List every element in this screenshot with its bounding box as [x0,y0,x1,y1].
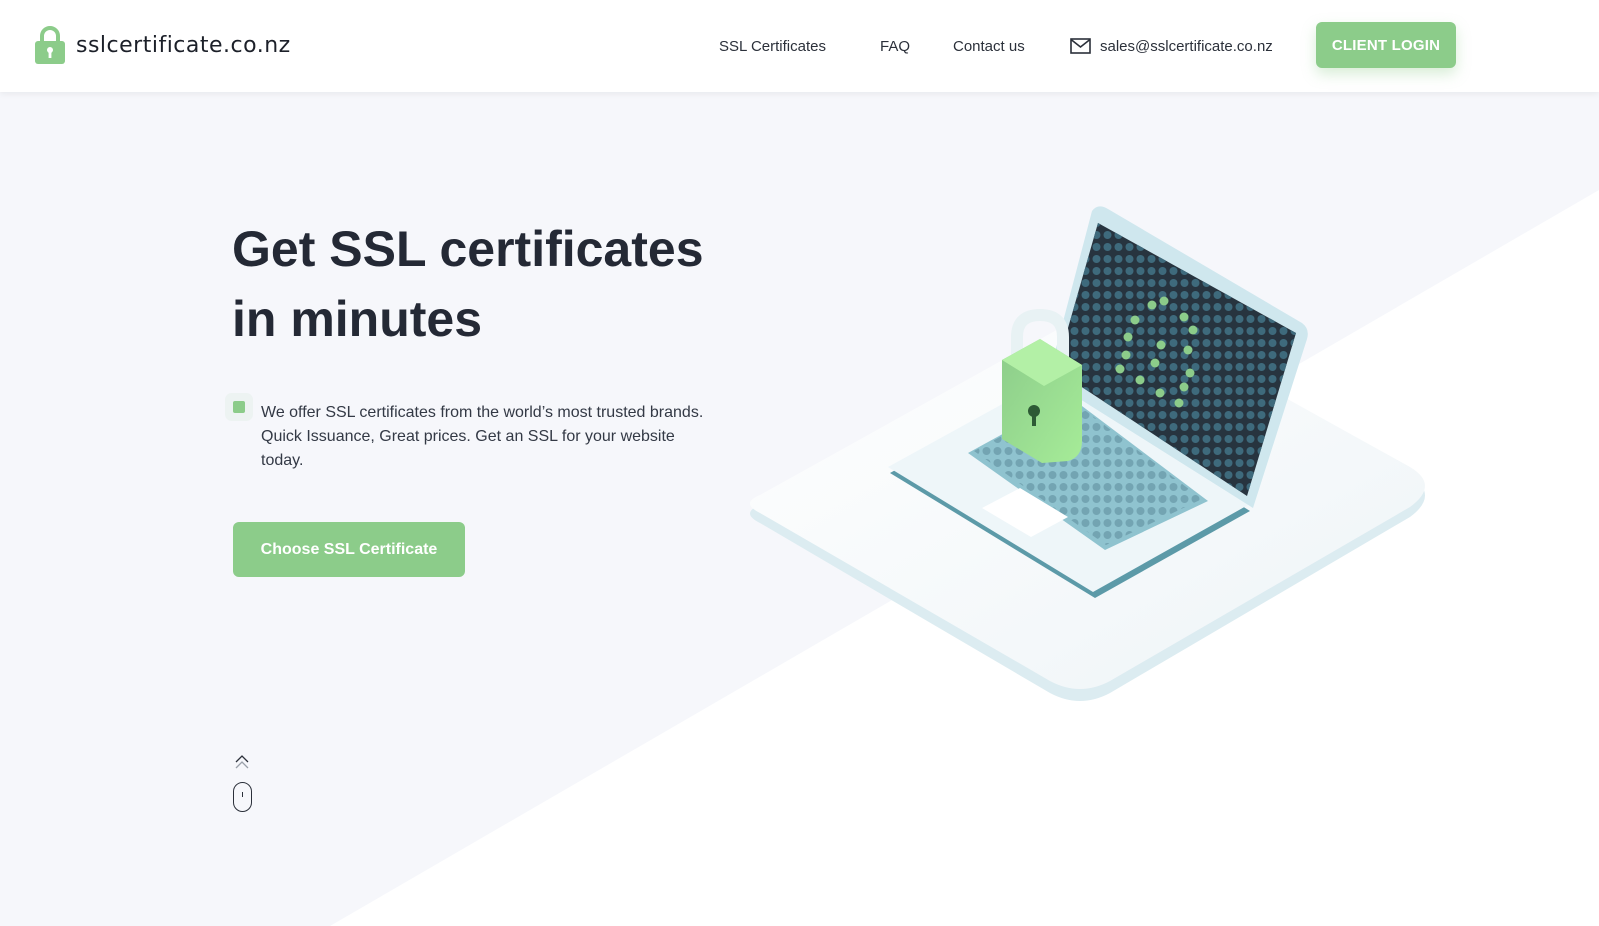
email-link[interactable]: sales@sslcertificate.co.nz [1100,38,1273,55]
nav-link-faq[interactable]: FAQ [880,38,910,55]
hero-title-line-2: in minutes [232,291,483,347]
logo-text: sslcertificate.co.nz [76,32,291,58]
site-header: sslcertificate.co.nz SSL Certificates FA… [0,0,1599,92]
laptop-padlock-illustration [750,206,1425,701]
choose-ssl-certificate-button[interactable]: Choose SSL Certificate [233,522,465,577]
nav-item-ssl-certificates[interactable]: SSL Certificates [719,0,826,92]
hero-description: We offer SSL certificates from the world… [261,404,704,469]
description-bullet-icon [233,401,245,413]
padlock-icon [35,26,65,64]
mouse-scroll-icon[interactable] [233,782,252,812]
chevron-up-icon[interactable] [234,754,250,770]
nav-item-faq[interactable]: FAQ [880,0,910,92]
nav-item-email[interactable]: sales@sslcertificate.co.nz [1070,0,1273,92]
nav-link-ssl-certificates[interactable]: SSL Certificates [719,38,826,55]
site-logo[interactable]: sslcertificate.co.nz [34,25,291,65]
hero-title-line-1: Get SSL certificates [232,221,704,277]
page: sslcertificate.co.nz SSL Certificates FA… [0,0,1599,926]
client-login-button[interactable]: CLIENT LOGIN [1316,22,1456,68]
envelope-icon [1070,38,1091,54]
hero-title: Get SSL certificates in minutes [232,214,792,354]
nav-link-contact[interactable]: Contact us [953,38,1025,55]
nav-item-contact[interactable]: Contact us [953,0,1025,92]
